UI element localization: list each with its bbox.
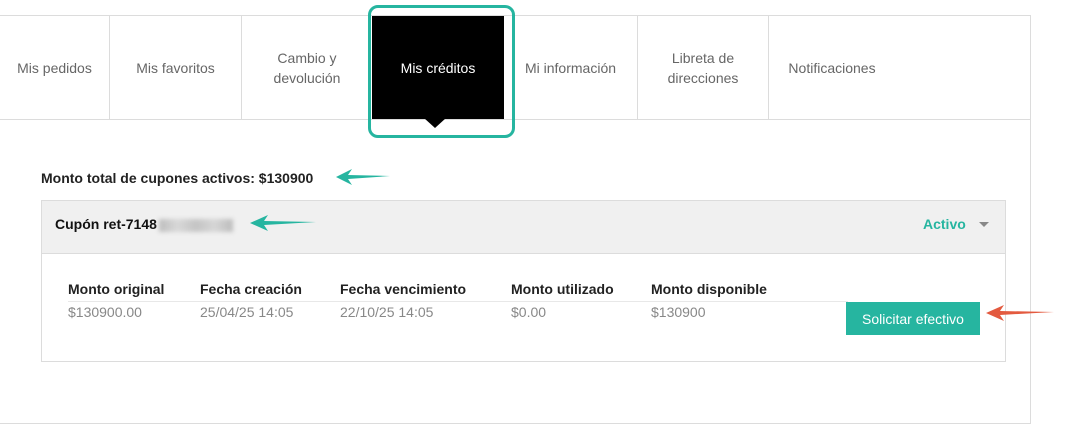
value-monto-disponible: $130900 bbox=[651, 304, 706, 320]
tab-label: Mis créditos bbox=[400, 59, 476, 76]
value-fecha-creacion: 25/04/25 14:05 bbox=[200, 304, 294, 320]
col-header-monto-disponible: Monto disponible bbox=[651, 281, 767, 297]
tab-cambio-devolucion[interactable]: Cambio y devolución bbox=[242, 16, 372, 119]
request-cash-button[interactable]: Solicitar efectivo bbox=[846, 302, 980, 335]
col-header-monto-utilizado: Monto utilizado bbox=[511, 281, 614, 297]
total-active-coupons: Monto total de cupones activos: $130900 bbox=[41, 170, 314, 186]
annotation-arrow-button bbox=[986, 305, 1054, 321]
coupon-id: Cupón ret-7148 bbox=[55, 216, 233, 232]
row-divider bbox=[68, 301, 848, 302]
tab-label-line2: devolución bbox=[273, 69, 341, 86]
col-header-fecha-vencimiento: Fecha vencimiento bbox=[340, 281, 467, 297]
col-header-fecha-creacion: Fecha creación bbox=[200, 281, 302, 297]
annotation-arrow-total bbox=[336, 169, 390, 185]
value-monto-utilizado: $0.00 bbox=[511, 304, 547, 320]
coupon-header[interactable]: Cupón ret-7148 Activo bbox=[42, 201, 1005, 254]
redacted-block bbox=[158, 218, 233, 232]
tab-label: Mi información bbox=[524, 59, 617, 76]
tab-label: Mis favoritos bbox=[136, 59, 215, 76]
account-tabs: Mis pedidos Mis favoritos Cambio y devol… bbox=[0, 16, 1030, 120]
tab-mis-favoritos[interactable]: Mis favoritos bbox=[110, 16, 242, 119]
active-tab-pointer bbox=[424, 118, 446, 128]
tab-label-line1: Libreta de bbox=[671, 49, 735, 66]
value-fecha-vencimiento: 22/10/25 14:05 bbox=[340, 304, 434, 320]
tab-mis-pedidos[interactable]: Mis pedidos bbox=[0, 16, 110, 119]
coupon-card: Cupón ret-7148 Activo Monto original Fec… bbox=[41, 200, 1006, 362]
status-badge: Activo bbox=[923, 216, 966, 232]
tab-notificaciones[interactable]: Notificaciones bbox=[769, 16, 895, 119]
tab-label-line1: Cambio y bbox=[277, 49, 337, 66]
tab-label-line2: direcciones bbox=[667, 69, 739, 86]
tab-label: Notificaciones bbox=[788, 59, 876, 76]
tab-libreta-direcciones[interactable]: Libreta de direcciones bbox=[638, 16, 769, 119]
col-header-monto-original: Monto original bbox=[68, 281, 165, 297]
tab-label: Mis pedidos bbox=[17, 59, 92, 76]
annotation-arrow-coupon bbox=[250, 215, 316, 231]
tab-mi-informacion[interactable]: Mi información bbox=[504, 16, 638, 119]
value-monto-original: $130900.00 bbox=[68, 304, 142, 320]
chevron-down-icon[interactable] bbox=[979, 222, 989, 227]
coupon-id-text: Cupón ret-7148 bbox=[55, 216, 157, 232]
tab-mis-creditos[interactable]: Mis créditos bbox=[372, 16, 504, 119]
